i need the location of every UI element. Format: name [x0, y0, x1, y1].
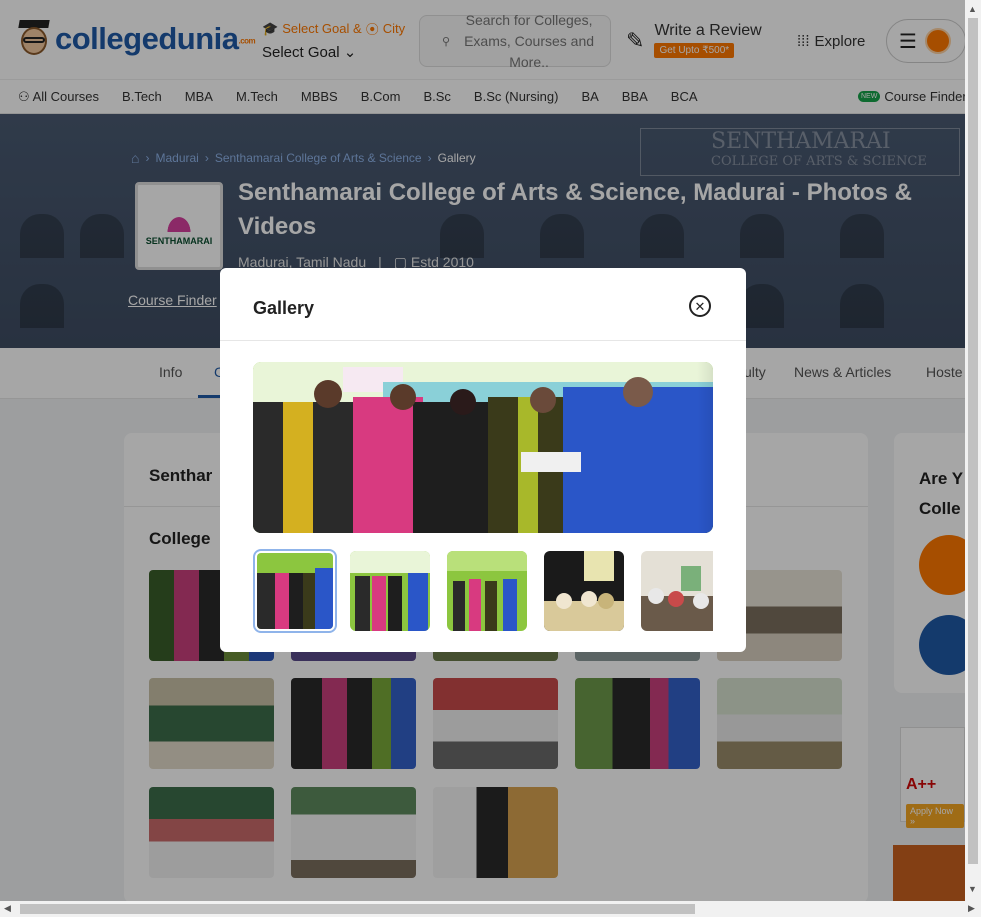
- gallery-modal: Gallery ✕ ›: [220, 268, 746, 652]
- gallery-main-photo: ›: [253, 362, 713, 533]
- convocation-photo: [253, 362, 713, 533]
- horizontal-scroll-thumb[interactable]: [20, 904, 695, 914]
- scroll-up-arrow-icon[interactable]: ▲: [968, 4, 977, 14]
- close-icon[interactable]: ✕: [689, 295, 711, 317]
- scroll-right-arrow-icon[interactable]: ▶: [968, 903, 975, 914]
- horizontal-scrollbar[interactable]: ◀ ▶: [0, 901, 981, 917]
- scroll-left-arrow-icon[interactable]: ◀: [4, 903, 11, 914]
- modal-title: Gallery: [253, 298, 315, 318]
- gallery-strip-thumbnail[interactable]: [350, 551, 430, 631]
- gallery-strip-thumbnail[interactable]: [641, 551, 713, 631]
- scroll-down-arrow-icon[interactable]: ▼: [968, 884, 977, 894]
- gallery-strip-thumbnail[interactable]: [544, 551, 624, 631]
- gallery-thumbnail-strip: [253, 549, 713, 633]
- vertical-scrollbar[interactable]: ▲ ▼: [965, 0, 981, 901]
- gallery-strip-thumbnail[interactable]: [447, 551, 527, 631]
- vertical-scroll-thumb[interactable]: [968, 18, 978, 864]
- next-photo-button[interactable]: ›: [697, 362, 713, 533]
- gallery-strip-thumbnail[interactable]: [253, 549, 337, 633]
